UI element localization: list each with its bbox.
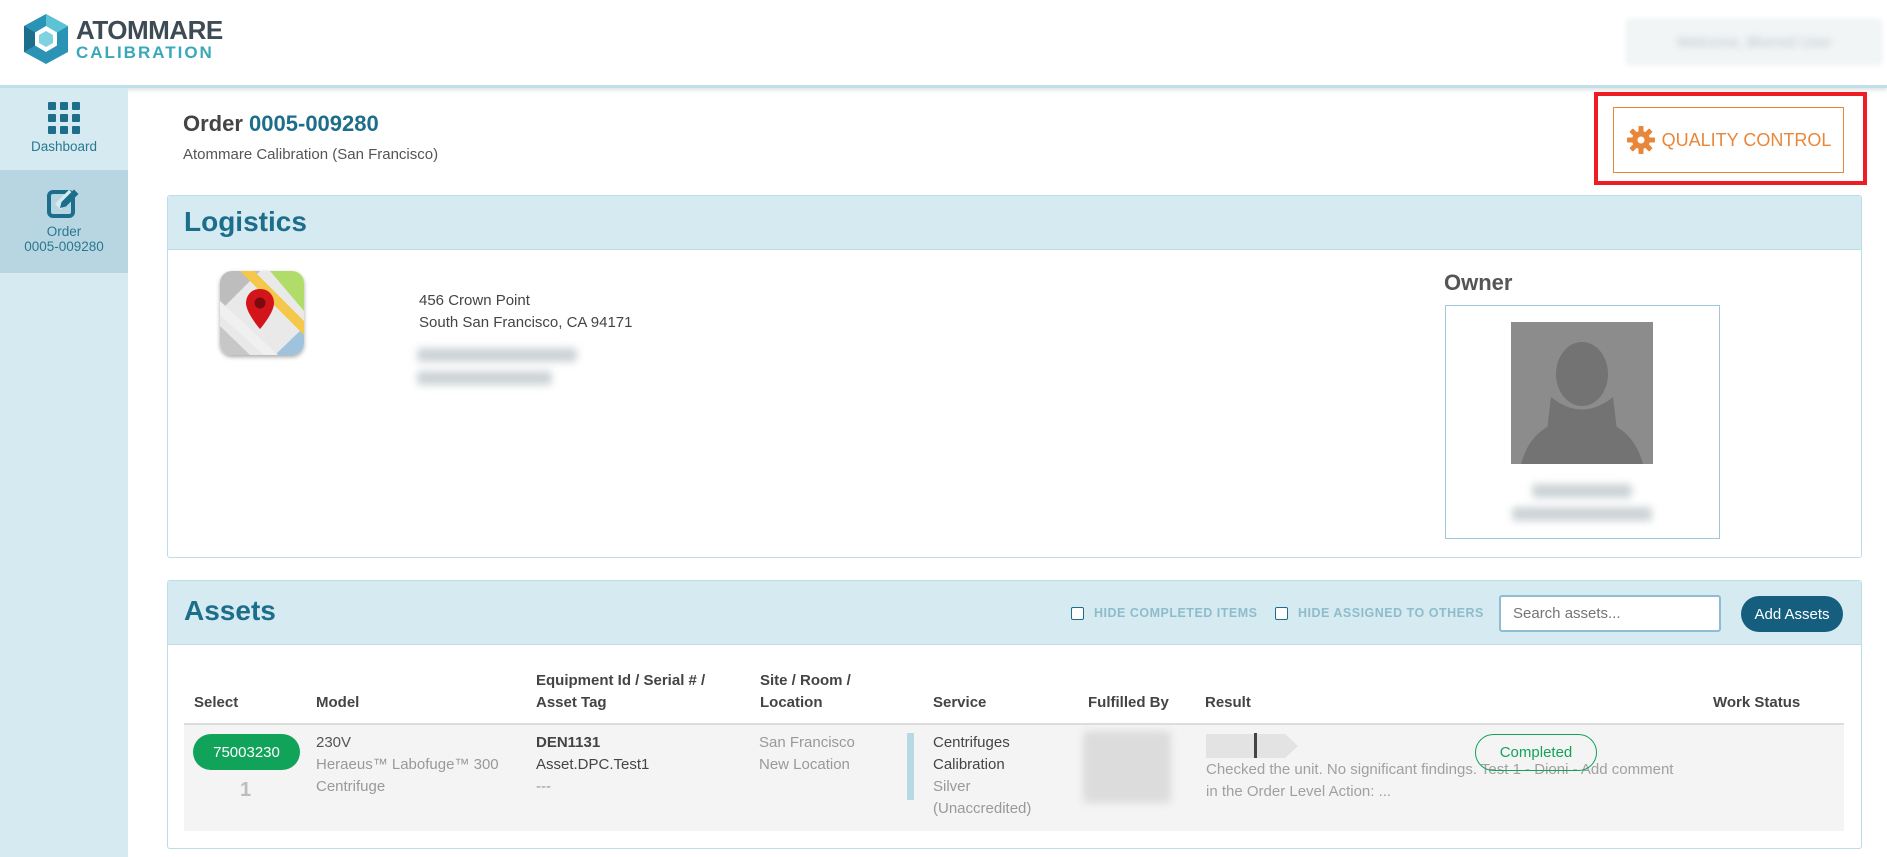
serial-number: --- xyxy=(536,778,551,795)
quality-control-label: QUALITY CONTROL xyxy=(1661,129,1832,150)
order-prefix: Order xyxy=(183,111,243,136)
hide-completed-toggle[interactable]: HIDE COMPLETED ITEMS xyxy=(1071,606,1257,620)
address-line2: South San Francisco, CA 94171 xyxy=(419,314,633,331)
hide-completed-checkbox[interactable] xyxy=(1071,606,1084,620)
contact-email-redacted xyxy=(417,371,552,385)
model-type: Centrifuge xyxy=(316,778,386,795)
column-header-site-line2: Location xyxy=(760,694,823,711)
column-header-equipment-line1: Equipment Id / Serial # / xyxy=(536,672,706,689)
address: 456 Crown Point South San Francisco, CA … xyxy=(419,290,632,334)
avatar xyxy=(1511,322,1653,464)
column-header-service[interactable]: Service xyxy=(933,692,986,714)
brand-tagline: CALIBRATION xyxy=(76,43,214,62)
model-voltage: 230V xyxy=(316,734,352,751)
hexagon-logo-icon xyxy=(24,14,68,64)
service-level: Silver xyxy=(933,778,971,795)
column-header-result[interactable]: Result xyxy=(1205,692,1251,714)
brand-logo[interactable]: ATOMMARE CALIBRATION xyxy=(22,12,223,66)
sidebar-item-sublabel: 0005-009280 xyxy=(24,239,104,254)
equipment-id: DEN1131 xyxy=(536,734,601,751)
owner-name-redacted xyxy=(1532,484,1632,498)
service-type: Calibration xyxy=(933,756,1005,773)
service-category: Centrifuges xyxy=(933,734,1010,751)
hide-assigned-toggle[interactable]: HIDE ASSIGNED TO OTHERS xyxy=(1275,606,1484,620)
hide-assigned-label: HIDE ASSIGNED TO OTHERS xyxy=(1298,606,1484,620)
service-indicator xyxy=(907,733,914,800)
user-menu[interactable]: Welcome, Blurred User xyxy=(1625,18,1883,66)
sidebar: Dashboard Order 0005-009280 xyxy=(0,88,128,857)
location-name: New Location xyxy=(759,756,850,773)
result-marker xyxy=(1254,733,1257,758)
result-comment-line2: in the Order Level Action: ... xyxy=(1206,783,1392,800)
fulfilled-by-redacted xyxy=(1083,731,1171,803)
service-accreditation: (Unaccredited) xyxy=(933,800,1032,817)
order-subtitle: Atommare Calibration (San Francisco) xyxy=(183,146,439,163)
search-input[interactable] xyxy=(1499,595,1721,632)
grid-icon xyxy=(48,102,80,134)
column-header-site-line1: Site / Room / xyxy=(760,672,851,689)
order-number: 0005-009280 xyxy=(249,111,379,136)
owner-title: Owner xyxy=(1444,270,1513,295)
logistics-header: Logistics xyxy=(168,196,1861,250)
quality-control-button[interactable]: QUALITY CONTROL xyxy=(1613,107,1844,173)
sidebar-item-dashboard[interactable]: Dashboard xyxy=(0,88,128,170)
assets-title: Assets xyxy=(184,595,276,626)
row-index: 1 xyxy=(240,779,252,801)
address-line1: 456 Crown Point xyxy=(419,292,530,309)
owner-card xyxy=(1445,305,1720,539)
gear-icon xyxy=(1626,126,1655,154)
edit-icon xyxy=(47,189,79,218)
add-assets-button[interactable]: Add Assets xyxy=(1741,596,1843,632)
column-header-select[interactable]: Select xyxy=(194,692,238,714)
brand-name: ATOMMARE xyxy=(76,15,223,45)
column-header-work-status[interactable]: Work Status xyxy=(1713,692,1800,714)
column-header-model[interactable]: Model xyxy=(316,692,359,714)
sidebar-item-label: Order xyxy=(46,224,82,239)
logistics-title: Logistics xyxy=(184,206,307,237)
asset-tag: Asset.DPC.Test1 xyxy=(536,756,650,773)
result-progress xyxy=(1206,734,1298,758)
column-header-fulfilled-by[interactable]: Fulfilled By xyxy=(1088,692,1169,714)
select-asset-button[interactable]: 75003230 xyxy=(193,734,300,770)
work-status-badge[interactable]: Completed xyxy=(1475,734,1597,771)
map-icon[interactable] xyxy=(220,271,304,355)
model-name: Heraeus™ Labofuge™ 300 xyxy=(316,756,499,773)
hide-assigned-checkbox[interactable] xyxy=(1275,606,1288,620)
column-header-equipment[interactable]: Equipment Id / Serial # / Asset Tag xyxy=(536,670,705,714)
hide-completed-label: HIDE COMPLETED ITEMS xyxy=(1094,606,1258,620)
user-name: Welcome, Blurred User xyxy=(1676,33,1832,51)
top-bar: ATOMMARE CALIBRATION Welcome, Blurred Us… xyxy=(0,0,1887,88)
assets-panel: Assets HIDE COMPLETED ITEMS HIDE ASSIGNE… xyxy=(167,580,1862,849)
column-header-equipment-line2: Asset Tag xyxy=(536,694,607,711)
sidebar-item-label: Dashboard xyxy=(30,139,98,154)
page-title: Order 0005-009280 xyxy=(183,111,379,137)
result-comment-line1: Checked the unit. No significant finding… xyxy=(1206,761,1674,778)
table-row[interactable]: 75003230 1 230V Heraeus™ Labofuge™ 300 C… xyxy=(184,725,1844,831)
site-name: San Francisco xyxy=(759,734,855,751)
column-header-site[interactable]: Site / Room / Location xyxy=(760,670,851,714)
sidebar-item-order[interactable]: Order 0005-009280 xyxy=(0,170,128,273)
owner-email-redacted xyxy=(1512,507,1652,521)
contact-name-redacted xyxy=(417,348,577,362)
assets-header: Assets HIDE COMPLETED ITEMS HIDE ASSIGNE… xyxy=(168,581,1861,645)
logistics-panel: Logistics 456 Crown Point South San Fran… xyxy=(167,195,1862,558)
